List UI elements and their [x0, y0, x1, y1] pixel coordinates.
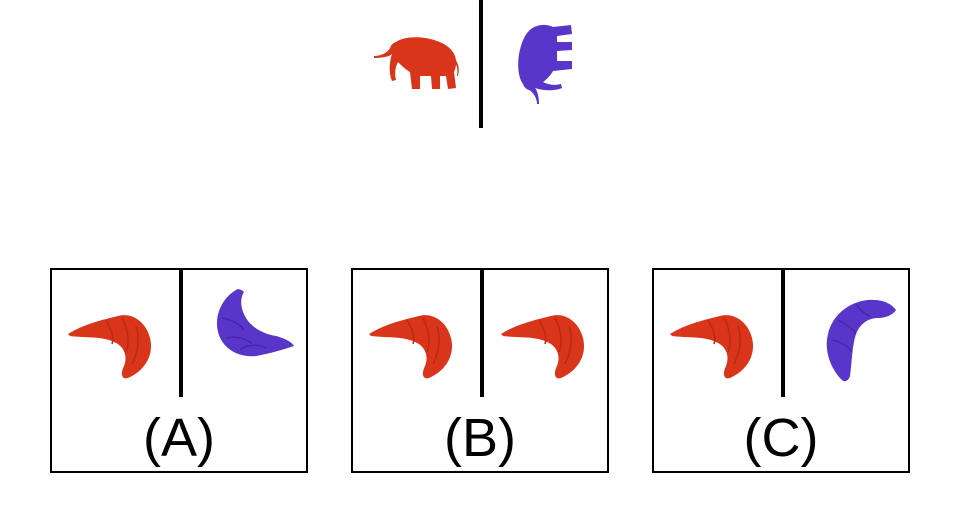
- croissant-icon: [216, 289, 294, 357]
- option-divider: [480, 270, 484, 397]
- option-b-box[interactable]: (B): [351, 268, 609, 473]
- croissant-icon: [670, 315, 754, 379]
- option-a-box[interactable]: (A): [50, 268, 308, 473]
- option-label: (B): [444, 408, 516, 468]
- croissant-icon: [501, 315, 585, 379]
- croissant-icon: [68, 315, 152, 379]
- option-divider: [179, 270, 183, 397]
- elephant-icon: [518, 24, 572, 104]
- prompt-divider: [479, 0, 483, 128]
- croissant-icon: [369, 315, 453, 379]
- option-label: (A): [143, 408, 215, 468]
- option-divider: [781, 270, 785, 397]
- option-c-box[interactable]: (C): [652, 268, 910, 473]
- croissant-icon: [826, 299, 896, 382]
- option-label: (C): [743, 408, 819, 468]
- elephant-icon: [374, 37, 459, 89]
